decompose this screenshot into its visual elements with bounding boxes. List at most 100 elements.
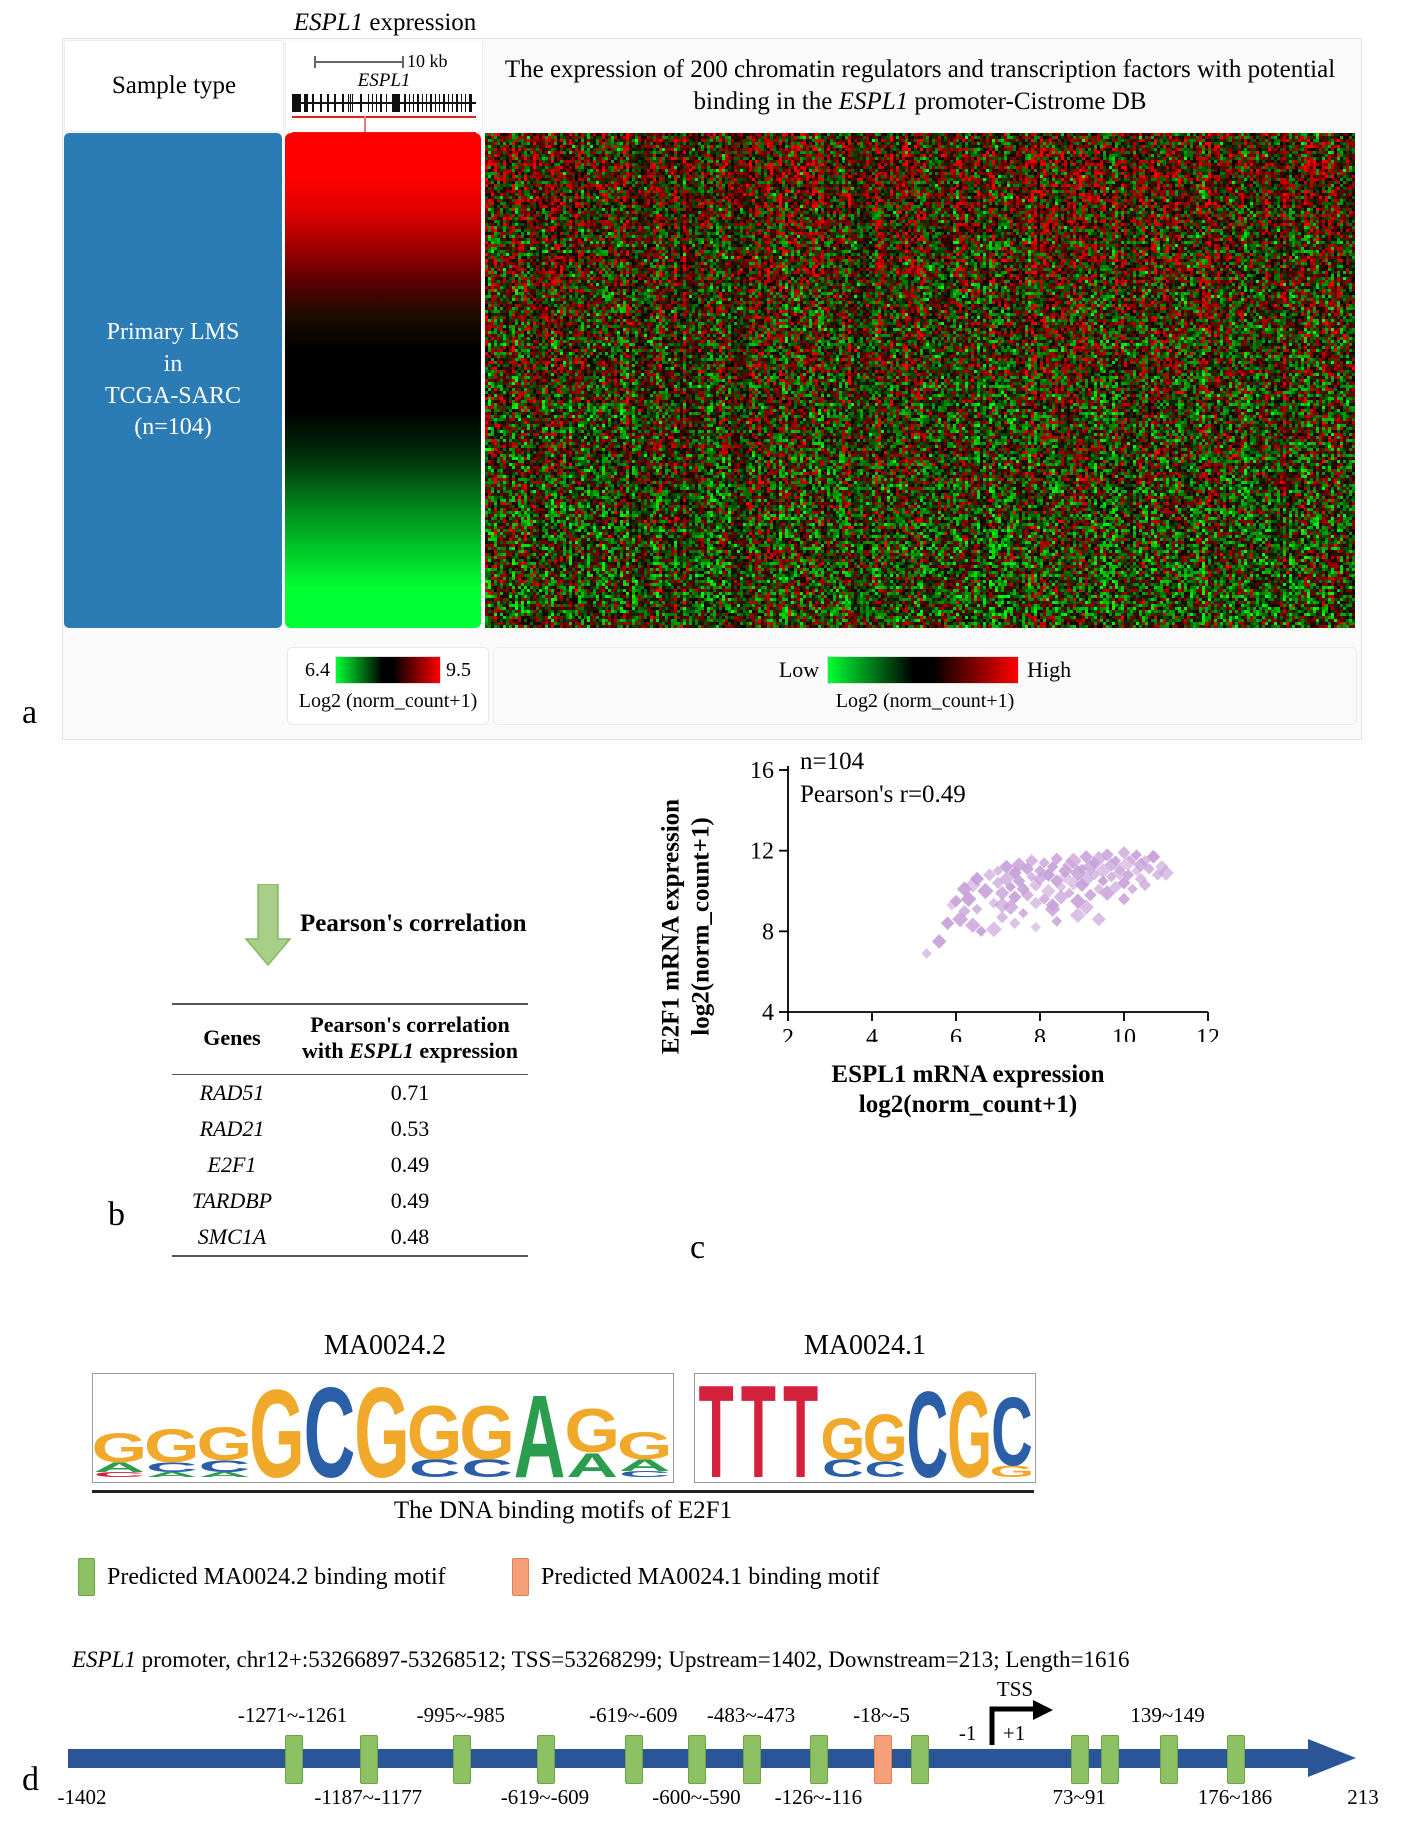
- y-label-line1: E2F1 mRNA expression: [657, 798, 685, 1055]
- scatter-point: [1117, 892, 1131, 906]
- gene-value-cell: 0.71: [390, 1079, 430, 1105]
- exon: [417, 94, 419, 112]
- motif-position-label: 176~186: [1197, 1785, 1273, 1809]
- header-line-2-pre: with: [302, 1038, 350, 1064]
- exon: [380, 94, 382, 112]
- motif-position-label: -1187~-1177: [314, 1785, 423, 1809]
- scatter-y-axis-label: E2F1 mRNA expression log2(norm_count+1): [657, 707, 716, 1147]
- scatter-point: [940, 916, 955, 930]
- motif-position-label: -483~-473: [706, 1703, 796, 1727]
- exon: [368, 94, 369, 112]
- legend-small-caption: Log2 (norm_count+1): [298, 690, 478, 712]
- exon: [360, 94, 362, 112]
- exon: [426, 94, 427, 112]
- legend-green-label: Predicted MA0024.2 binding motif: [107, 1564, 446, 1590]
- down-arrow-icon: [244, 884, 292, 966]
- table-row: E2F1 0.49: [172, 1147, 528, 1183]
- sample-type-header: Sample type: [64, 40, 284, 132]
- scatter-annotations: n=104 Pearson's r=0.49: [800, 746, 966, 811]
- x-tick-label: 8: [1034, 1025, 1046, 1042]
- panel-a-heatmaps: ESPL1 expression Sample type Primary LMS…: [62, 9, 1362, 740]
- chromatin-regulators-heatmap: [485, 133, 1355, 628]
- motif-marker-ma0024-2: [536, 1735, 555, 1784]
- exon: [452, 94, 453, 112]
- gene-value-cell: 0.48: [390, 1223, 430, 1249]
- scale-bar: 10 kb: [294, 51, 478, 72]
- motif-marker-ma0024-2: [743, 1735, 762, 1784]
- exon: [327, 94, 329, 112]
- exon: [469, 94, 472, 112]
- x-label-line2: log2(norm_count+1): [858, 1091, 1078, 1118]
- motif-position-label: -18~-5: [853, 1703, 910, 1727]
- motif-marker-ma0024-2: [452, 1735, 471, 1784]
- gene-name-cell: TARDBP: [191, 1187, 273, 1213]
- promoter-axis-arrowhead: [1308, 1739, 1356, 1777]
- exon: [292, 94, 301, 112]
- scatter-point: [985, 921, 1002, 938]
- motif-2-sequence-logo: TTTCGCGCGGC: [694, 1373, 1036, 1483]
- legend-orange-label: Predicted MA0024.1 binding motif: [541, 1564, 880, 1590]
- scatter-point: [1009, 917, 1021, 929]
- exon: [439, 94, 440, 112]
- exon: [435, 94, 436, 112]
- logo-letter-G: G: [93, 1425, 147, 1471]
- logo-letter-C: C: [907, 1374, 949, 1480]
- tss-arrow-icon: [989, 1700, 1053, 1745]
- motif-2-logo-svg: T T T CG CG C GGC: [699, 1374, 1035, 1482]
- heatmap-title-italic: ESPL1: [838, 88, 909, 115]
- legend-green-swatch: [78, 1558, 95, 1596]
- motif-marker-ma0024-2: [625, 1735, 644, 1784]
- exon: [461, 94, 462, 112]
- logo-letter-G: G: [459, 1390, 515, 1476]
- exon-structure: [292, 94, 476, 112]
- scatter-point: [921, 948, 932, 959]
- exon: [404, 94, 406, 112]
- promoter-red-line-top: [292, 116, 476, 118]
- gene-value-cell: 0.49: [390, 1151, 430, 1177]
- sample-line-4: (n=104): [134, 414, 212, 441]
- exon: [443, 94, 445, 112]
- axis-start-label: -1402: [57, 1785, 107, 1809]
- exon: [409, 94, 410, 112]
- exon: [372, 94, 373, 112]
- pearson-correlation-label: Pearson's correlation: [300, 910, 527, 937]
- panel-letter-b: b: [108, 1196, 125, 1233]
- exon: [320, 94, 322, 112]
- correlation-table: Genes Pearson's correlation with ESPL1 e…: [172, 1003, 528, 1257]
- logo-letter-C: C: [304, 1374, 356, 1480]
- scatter-point: [1127, 883, 1138, 895]
- x-tick-label: 2: [782, 1025, 794, 1042]
- heatmap-canvas: [485, 133, 1355, 628]
- heatmap-title: The expression of 200 chromatin regulato…: [485, 43, 1355, 129]
- logo-letter-T: T: [741, 1374, 776, 1480]
- exon: [334, 94, 336, 112]
- promoter-coordinates-text: ESPL1 promoter, chr12+:53266897-53268512…: [72, 1647, 1130, 1673]
- y-tick-label: 4: [762, 1000, 774, 1026]
- gene-name-cell: RAD51: [199, 1079, 265, 1105]
- table-row: TARDBP 0.49: [172, 1183, 528, 1219]
- scatter-point: [971, 903, 983, 915]
- scatter-point: [1051, 915, 1063, 927]
- heatmap-color-legend: Low High Log2 (norm_count+1): [493, 647, 1357, 725]
- scatter-point: [1091, 912, 1106, 927]
- header-line-1: Pearson's correlation: [310, 1012, 510, 1037]
- legend-small-min: 6.4: [305, 658, 330, 681]
- motif-marker-ma0024-2: [911, 1735, 930, 1784]
- logo-letter-G: G: [249, 1374, 305, 1480]
- motif-marker-ma0024-2: [360, 1735, 379, 1784]
- logo-letter-T: T: [699, 1374, 734, 1480]
- legend-big-caption: Log2 (norm_count+1): [835, 690, 1015, 712]
- scatter-point: [931, 934, 947, 949]
- x-tick-label: 12: [1196, 1025, 1218, 1042]
- espl1-gene-track: 10 kb ESPL1: [285, 42, 483, 134]
- motif-position-label: -1271~-1261: [237, 1703, 348, 1727]
- exon: [376, 94, 377, 112]
- gene-name-cell: RAD21: [199, 1115, 265, 1141]
- motif-marker-ma0024-2: [1226, 1735, 1245, 1784]
- table-header-correlation: Pearson's correlation with ESPL1 express…: [292, 1004, 528, 1074]
- scatter-point: [1018, 908, 1029, 919]
- exon: [413, 94, 414, 112]
- panel-letter-d: d: [22, 1761, 39, 1798]
- logo-letter-G: G: [564, 1396, 620, 1466]
- logo-letter-G: G: [144, 1419, 200, 1472]
